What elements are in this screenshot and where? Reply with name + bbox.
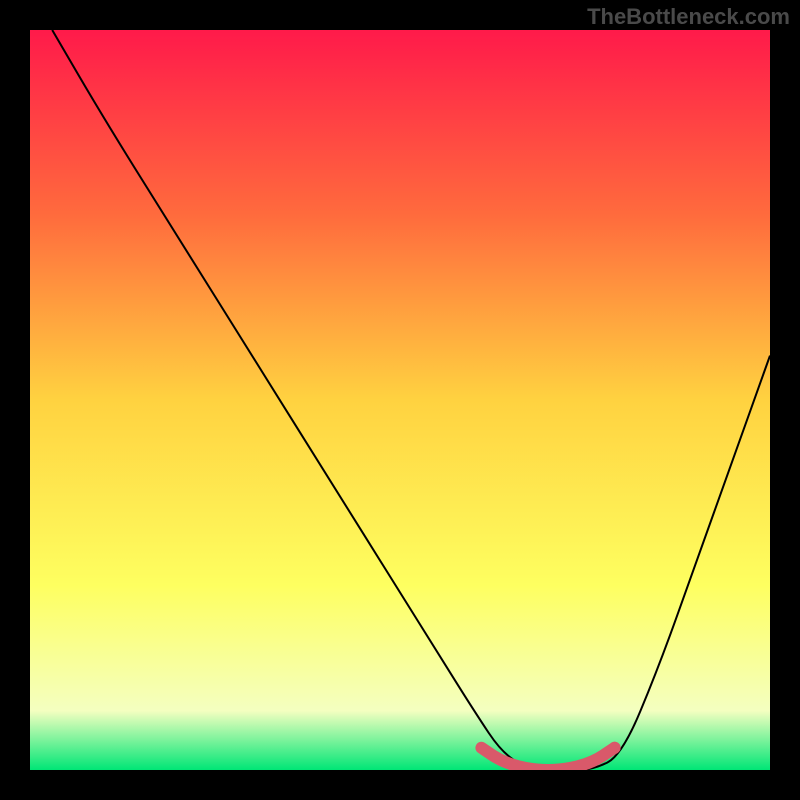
- chart-plot-area: [30, 30, 770, 770]
- watermark-text: TheBottleneck.com: [587, 4, 790, 30]
- highlight-endpoint: [609, 742, 621, 754]
- chart-svg: [30, 30, 770, 770]
- gradient-background: [30, 30, 770, 770]
